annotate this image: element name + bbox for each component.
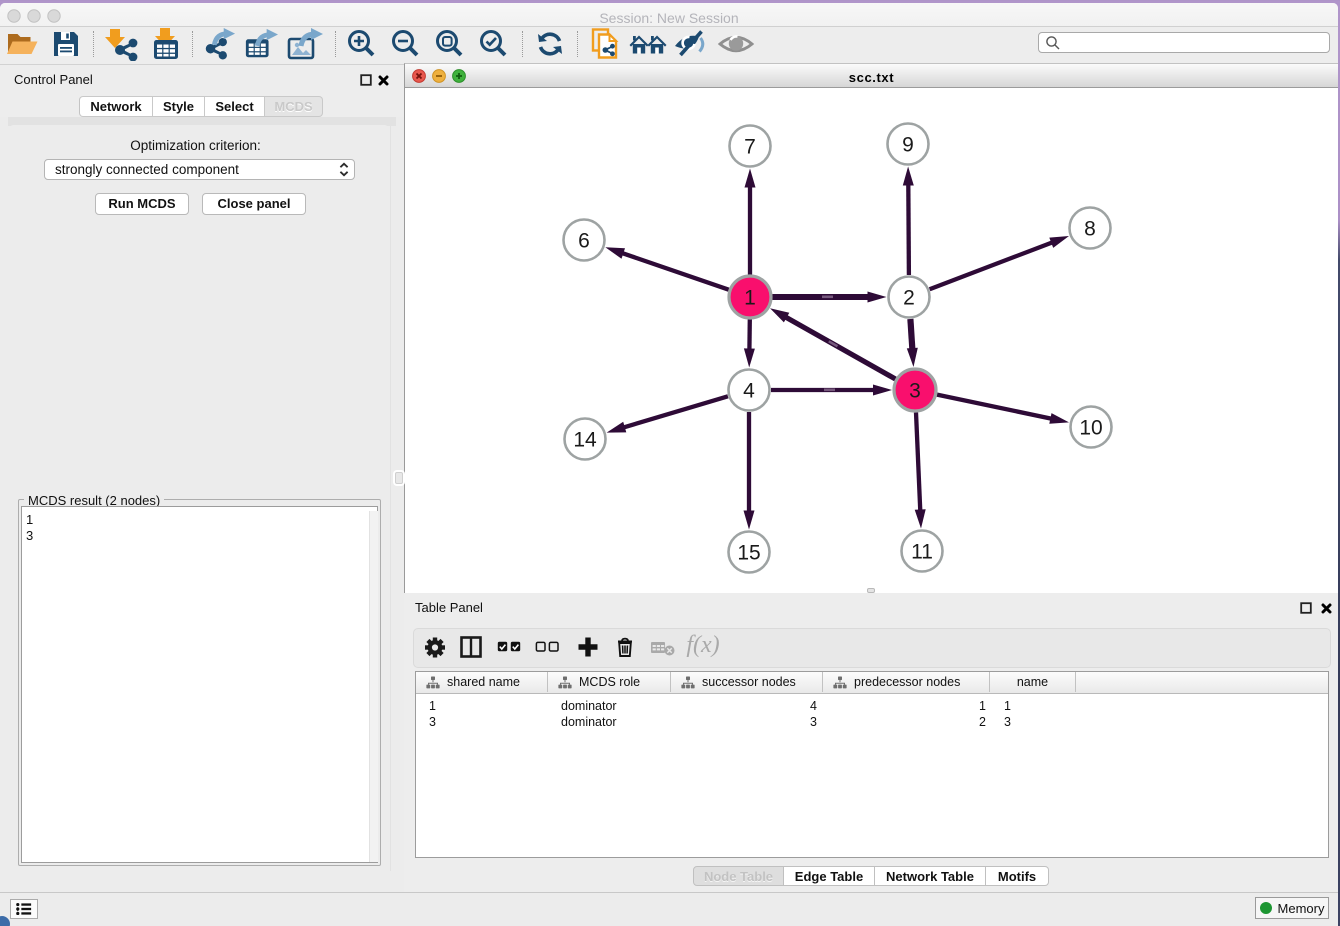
svg-text:15: 15 [737, 542, 760, 565]
svg-text:8: 8 [1084, 218, 1096, 241]
svg-text:9: 9 [902, 134, 914, 157]
svg-text:11: 11 [911, 541, 933, 564]
svg-text:3: 3 [909, 380, 921, 403]
svg-text:6: 6 [578, 230, 590, 253]
svg-text:4: 4 [743, 380, 755, 403]
svg-text:2: 2 [903, 287, 915, 310]
svg-text:10: 10 [1079, 417, 1102, 440]
svg-text:14: 14 [573, 429, 597, 452]
svg-text:7: 7 [744, 136, 756, 159]
svg-text:1: 1 [744, 287, 756, 310]
